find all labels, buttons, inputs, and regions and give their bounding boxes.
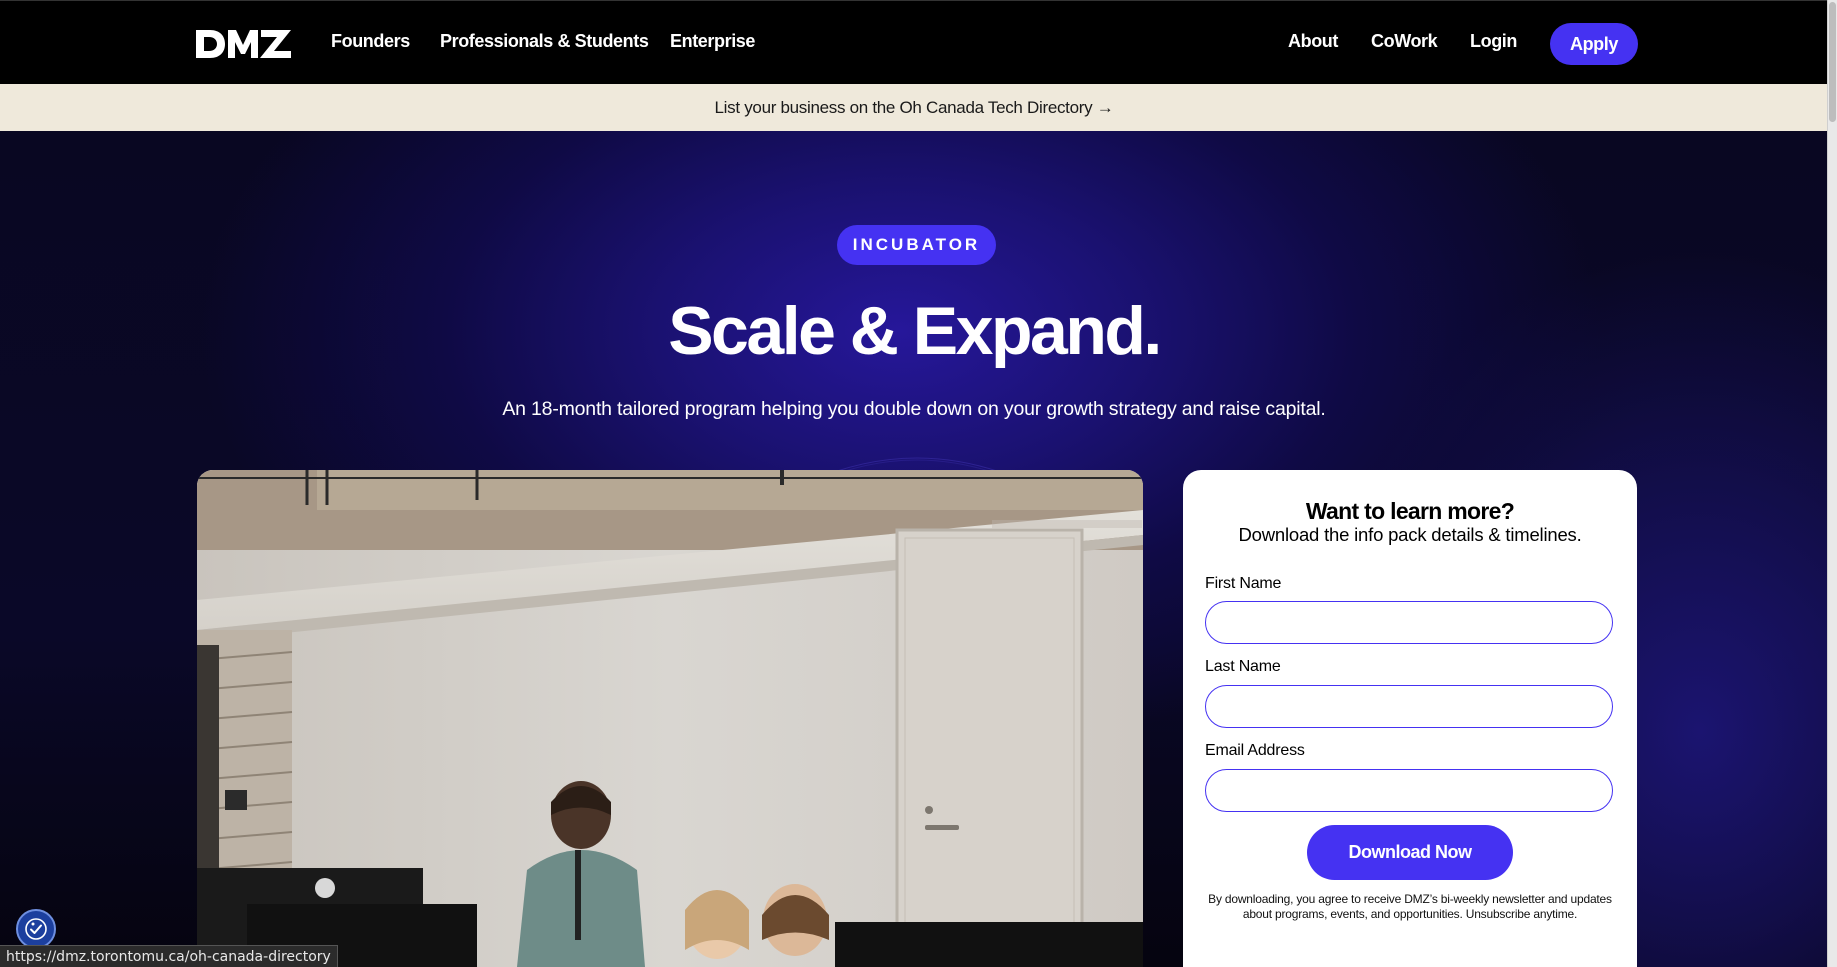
dmz-logo-graphic (196, 30, 291, 58)
nav-link-cowork[interactable]: CoWork (1371, 31, 1438, 52)
office-scene-image (197, 470, 1143, 967)
scrollbar-thumb[interactable] (1829, 2, 1836, 122)
info-pack-form-card: Want to learn more? Download the info pa… (1183, 470, 1637, 967)
email-label: Email Address (1205, 742, 1305, 759)
first-name-label: First Name (1205, 575, 1282, 592)
announcement-link[interactable]: List your business on the Oh Canada Tech… (715, 98, 1114, 118)
page-scrollbar[interactable] (1827, 0, 1837, 967)
accessibility-icon[interactable] (16, 909, 56, 949)
program-badge: INCUBATOR (837, 225, 996, 265)
link-preview-status: https://dmz.torontomu.ca/oh-canada-direc… (0, 945, 338, 967)
nav-link-founders[interactable]: Founders (331, 31, 410, 52)
form-title: Want to learn more? (1305, 498, 1515, 524)
top-navigation: Founders Professionals & Students Enterp… (0, 0, 1828, 84)
last-name-field[interactable] (1205, 685, 1613, 728)
download-now-button[interactable]: Download Now (1307, 825, 1513, 880)
email-field[interactable] (1205, 769, 1613, 812)
nav-link-professionals-students[interactable]: Professionals & Students (440, 31, 649, 52)
nav-link-login[interactable]: Login (1470, 31, 1517, 52)
first-name-field[interactable] (1205, 601, 1613, 644)
form-subtitle: Download the info pack details & timelin… (1238, 524, 1582, 545)
page: Founders Professionals & Students Enterp… (0, 0, 1837, 967)
nav-link-enterprise[interactable]: Enterprise (670, 31, 755, 52)
decorative-arc (833, 457, 1001, 472)
dmz-logo-icon[interactable] (196, 27, 292, 60)
last-name-label: Last Name (1205, 658, 1281, 675)
announcement-bar: List your business on the Oh Canada Tech… (0, 84, 1828, 131)
newsletter-disclaimer: By downloading, you agree to receive DMZ… (1208, 892, 1612, 921)
hero-title: Scale & Expand. (668, 293, 1162, 369)
hero-photo (197, 470, 1143, 967)
apply-button[interactable]: Apply (1550, 23, 1638, 65)
nav-link-about[interactable]: About (1288, 31, 1338, 52)
accessibility-glyph (25, 918, 47, 940)
hero-subtitle: An 18-month tailored program helping you… (502, 398, 1326, 420)
